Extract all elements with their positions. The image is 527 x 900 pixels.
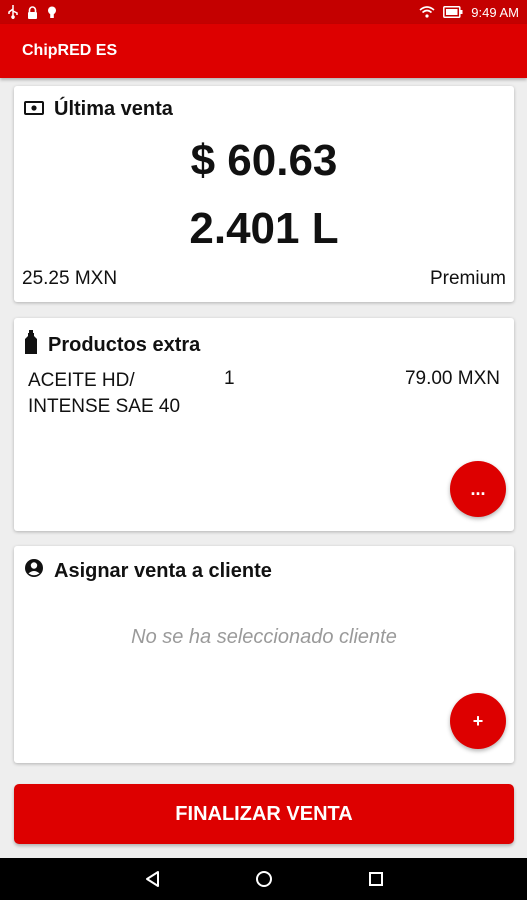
usb-icon [8,5,18,19]
last-sale-card: Última venta $ 60.63 2.401 L 25.25 MXN P… [14,86,514,302]
wifi-icon [419,6,435,18]
recents-icon[interactable] [364,867,388,891]
status-bar: 9:49 AM [0,0,527,24]
sale-product: Premium [429,268,506,289]
back-icon[interactable] [140,867,164,891]
last-sale-header: Última venta [24,98,173,121]
app-title: ChipRED ES [22,42,118,59]
add-client-button[interactable]: + [450,693,506,749]
assign-client-header: Asignar venta a cliente [24,558,272,584]
bulb-icon [47,6,57,19]
status-time: 9:49 AM [471,4,519,20]
assign-client-card: Asignar venta a cliente No se ha selecci… [14,546,514,763]
assign-client-title: Asignar venta a cliente [54,559,272,582]
extra-item-name: ACEITE HD/ INTENSE SAE 40 [28,370,181,417]
extra-products-title: Productos extra [48,333,201,356]
battery-icon [443,6,463,18]
extra-products-header: Productos extra [24,330,200,360]
finalize-sale-button[interactable]: FINALIZAR VENTA [14,784,514,844]
extra-item-price: 79.00 MXN [404,368,500,389]
sale-amount: $ 60.63 [190,136,338,185]
app-bar: ChipRED ES [0,24,527,78]
money-icon [24,98,44,121]
account-icon [24,558,44,584]
home-icon[interactable] [252,867,276,891]
navigation-bar [0,858,527,900]
last-sale-title: Última venta [54,98,173,120]
extra-item-quantity: 1 [224,368,235,389]
no-client-text: No se ha seleccionado cliente [131,626,397,648]
more-products-button[interactable]: ... [450,461,506,517]
lock-icon [27,5,38,19]
bottle-icon [24,330,38,360]
sale-unit-price: 25.25 MXN [22,268,118,289]
extra-products-card: Productos extra ACEITE HD/ INTENSE SAE 4… [14,318,514,531]
sale-volume: 2.401 L [189,204,339,253]
